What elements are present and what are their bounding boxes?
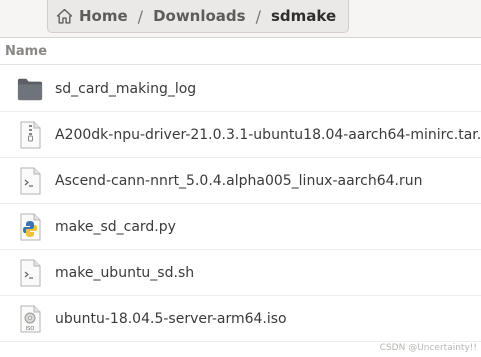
- column-header-name-label: Name: [5, 43, 48, 59]
- archive-icon: [17, 121, 43, 149]
- home-icon: [56, 8, 73, 24]
- list-item[interactable]: make_ubuntu_sd.sh: [0, 250, 481, 296]
- file-name: A200dk-npu-driver-21.0.3.1-ubuntu18.04-a…: [55, 126, 481, 143]
- file-name: Ascend-cann-nnrt_5.0.4.alpha005_linux-aa…: [55, 172, 423, 189]
- column-header-name[interactable]: Name: [0, 38, 481, 65]
- breadcrumb-home-label: Home: [79, 7, 128, 25]
- file-list: sd_card_making_log A200dk-npu-driver-21.…: [0, 66, 481, 342]
- list-item[interactable]: ISO ubuntu-18.04.5-server-arm64.iso: [0, 296, 481, 342]
- svg-text:ISO: ISO: [26, 326, 35, 332]
- breadcrumb-home[interactable]: Home: [56, 7, 128, 25]
- script-icon: [17, 167, 43, 195]
- file-name: make_sd_card.py: [55, 218, 176, 235]
- list-item[interactable]: sd_card_making_log: [0, 66, 481, 112]
- list-item[interactable]: make_sd_card.py: [0, 204, 481, 250]
- file-name: sd_card_making_log: [55, 80, 197, 97]
- disc-image-icon: ISO: [17, 305, 43, 333]
- list-item[interactable]: Ascend-cann-nnrt_5.0.4.alpha005_linux-aa…: [0, 158, 481, 204]
- file-manager-window: Home / Downloads / sdmake Name sd_card_m…: [0, 0, 481, 357]
- watermark: CSDN @Uncertainty!!: [379, 343, 477, 353]
- path-bar: Home / Downloads / sdmake: [0, 0, 481, 38]
- file-name: ubuntu-18.04.5-server-arm64.iso: [55, 310, 287, 327]
- folder-icon: [17, 75, 43, 103]
- breadcrumb-downloads[interactable]: Downloads: [153, 7, 246, 25]
- file-name: make_ubuntu_sd.sh: [55, 264, 195, 281]
- breadcrumb: Home / Downloads / sdmake: [47, 0, 350, 33]
- python-file-icon: [17, 213, 43, 241]
- script-icon: [17, 259, 43, 287]
- breadcrumb-separator: /: [255, 6, 261, 26]
- breadcrumb-separator: /: [137, 6, 144, 26]
- breadcrumb-sdmake[interactable]: sdmake: [271, 7, 336, 25]
- list-item[interactable]: A200dk-npu-driver-21.0.3.1-ubuntu18.04-a…: [0, 112, 481, 158]
